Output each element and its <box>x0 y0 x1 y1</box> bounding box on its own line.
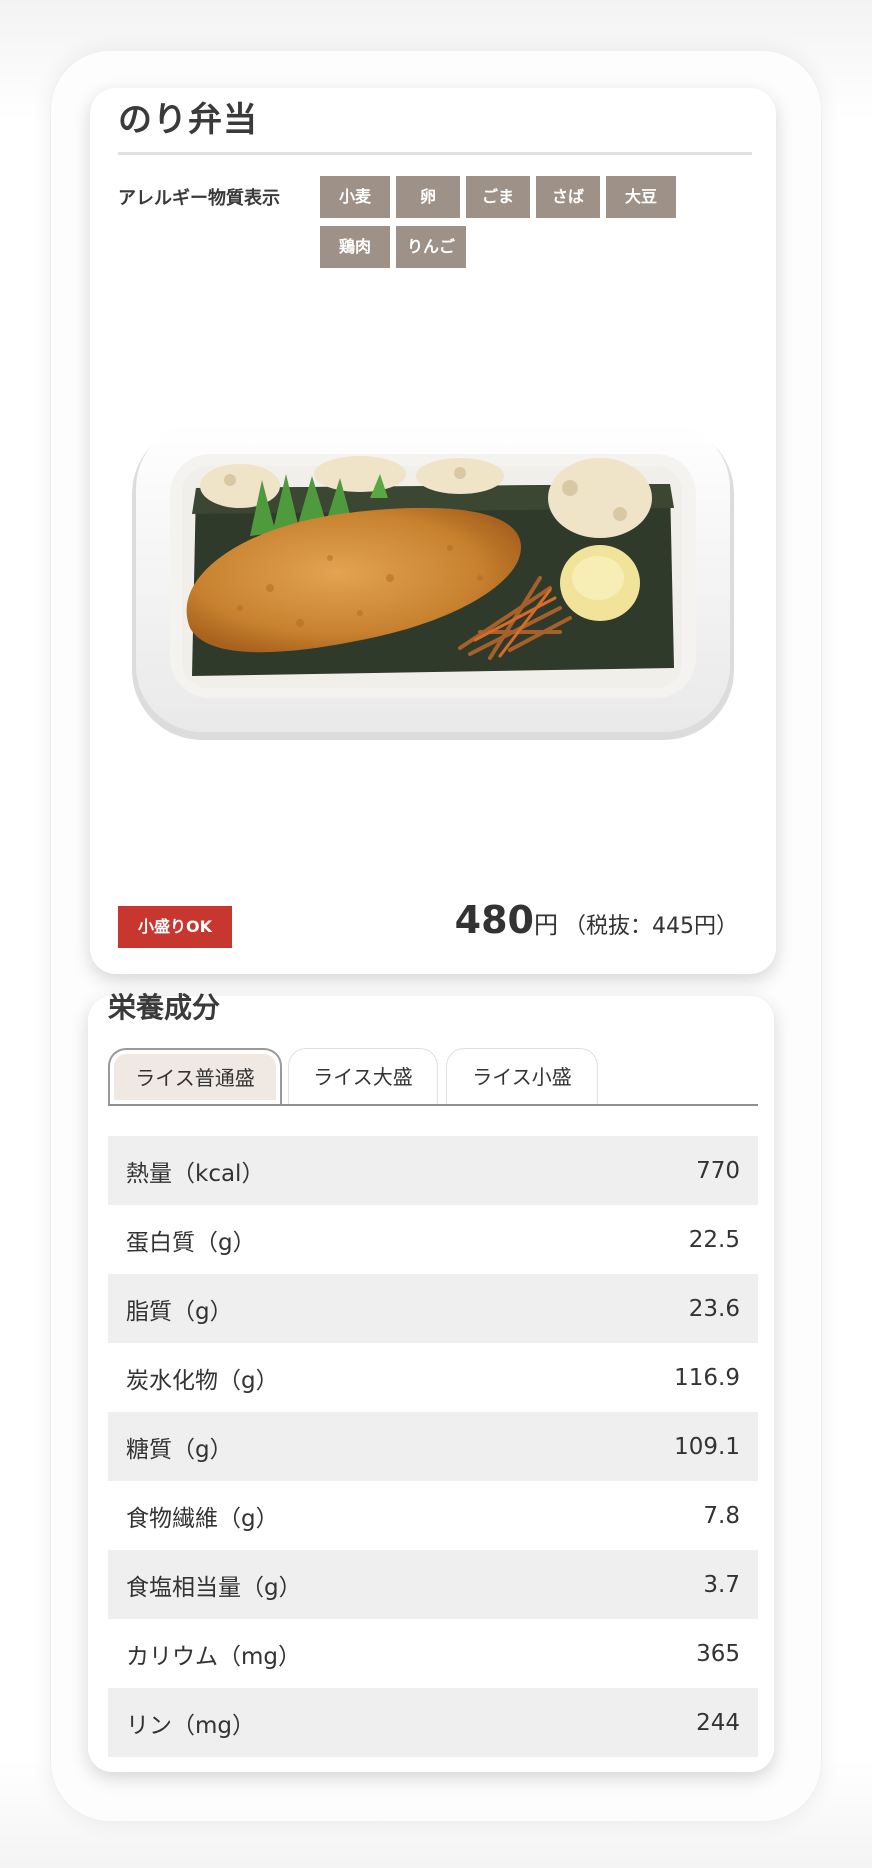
nutrition-card: 栄養成分 ライス普通盛 ライス大盛 ライス小盛 熱量（kcal） 770 蛋白質… <box>88 991 774 1772</box>
nutrition-row: 脂質（g） 23.6 <box>108 1274 758 1343</box>
allergen-tag: 卵 <box>396 176 460 218</box>
nutrition-row: 炭水化物（g） 116.9 <box>108 1343 758 1412</box>
nutrient-value: 244 <box>696 1709 740 1736</box>
nutrient-value: 22.5 <box>688 1226 740 1253</box>
nutrient-value: 109.1 <box>674 1433 740 1460</box>
nutrient-value: 365 <box>696 1640 740 1667</box>
nutrient-label: カリウム（mg） <box>126 1643 302 1670</box>
nutrient-value: 770 <box>696 1157 740 1184</box>
nutrition-table: 熱量（kcal） 770 蛋白質（g） 22.5 脂質（g） 23.6 炭水化物… <box>108 1136 758 1757</box>
allergy-label: アレルギー物質表示 <box>118 188 280 209</box>
nutrition-row: カリウム（mg） 365 <box>108 1619 758 1688</box>
tab-rice-large[interactable]: ライス大盛 <box>288 1048 438 1104</box>
nutrient-value: 23.6 <box>688 1295 740 1322</box>
allergen-tag: 鶏肉 <box>320 226 390 268</box>
price: 480円 （税抜：445円） <box>455 898 738 942</box>
nutrition-row: 糖質（g） 109.1 <box>108 1412 758 1481</box>
nutrient-label: 食物繊維（g） <box>126 1505 279 1532</box>
nutrition-tabs: ライス普通盛 ライス大盛 ライス小盛 <box>108 1048 758 1106</box>
product-card: のり弁当 アレルギー物質表示 小麦 卵 ごま さば 大豆 鶏肉 りんご 小盛りO… <box>90 88 776 974</box>
nutrition-title: 栄養成分 <box>108 991 221 1024</box>
title-divider <box>118 152 752 155</box>
nutrient-label: 脂質（g） <box>126 1298 233 1325</box>
nutrition-row: リン（mg） 244 <box>108 1688 758 1757</box>
nutrient-label: 糖質（g） <box>126 1436 233 1463</box>
nutrition-row: 熱量（kcal） 770 <box>108 1136 758 1205</box>
nutrient-label: 蛋白質（g） <box>126 1229 256 1256</box>
product-title: のり弁当 <box>118 100 258 140</box>
allergen-tag-list: 小麦 卵 ごま さば 大豆 鶏肉 りんご <box>320 176 740 268</box>
price-tax-excluded: （税抜：445円） <box>564 914 738 939</box>
price-unit: 円 <box>534 911 558 939</box>
bento-photo <box>132 422 734 740</box>
nutrition-row: 蛋白質（g） 22.5 <box>108 1205 758 1274</box>
nutrient-value: 116.9 <box>674 1364 740 1391</box>
nutrient-label: 熱量（kcal） <box>126 1160 265 1187</box>
allergen-tag: りんご <box>396 226 466 268</box>
price-value: 480 <box>454 898 534 942</box>
allergen-tag: さば <box>536 176 600 218</box>
tab-rice-regular[interactable]: ライス普通盛 <box>108 1048 282 1104</box>
allergen-tag: 大豆 <box>606 176 676 218</box>
nutrient-label: 炭水化物（g） <box>126 1367 279 1394</box>
tab-rice-small[interactable]: ライス小盛 <box>446 1048 598 1104</box>
small-portion-ok-badge: 小盛りOK <box>118 906 232 948</box>
nutrition-row: 食塩相当量（g） 3.7 <box>108 1550 758 1619</box>
nutrition-row: 食物繊維（g） 7.8 <box>108 1481 758 1550</box>
nutrient-label: リン（mg） <box>126 1712 256 1739</box>
nutrient-value: 3.7 <box>703 1571 740 1598</box>
nutrient-label: 食塩相当量（g） <box>126 1574 302 1601</box>
allergen-tag: 小麦 <box>320 176 390 218</box>
nutrient-value: 7.8 <box>703 1502 740 1529</box>
allergen-tag: ごま <box>466 176 530 218</box>
